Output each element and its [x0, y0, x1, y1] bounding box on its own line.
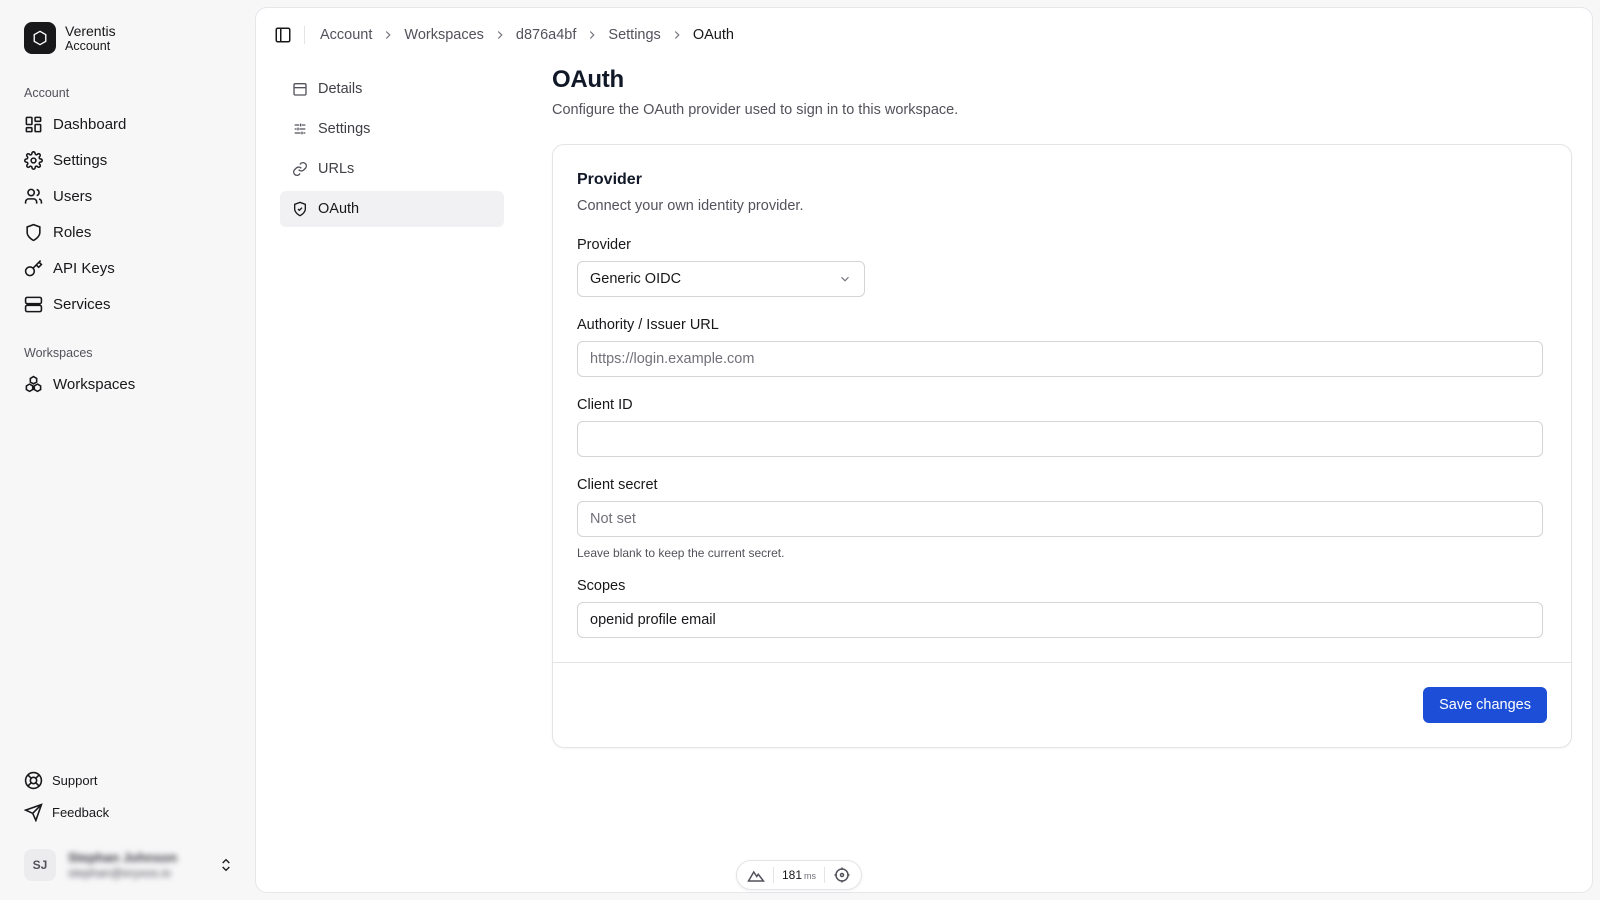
user-menu[interactable]: SJ Stephan Johnson stephan@eryxos.io [24, 836, 234, 894]
sidebar-item-api-keys[interactable]: API Keys [24, 250, 231, 286]
chevron-right-icon [674, 31, 680, 39]
sidebar-item-settings[interactable]: Settings [24, 142, 231, 178]
lifebuoy-icon [24, 771, 43, 789]
dev-toolbar: 181 ms [736, 860, 862, 890]
subnav-item-settings[interactable]: Settings [280, 111, 504, 147]
provider-select[interactable]: Generic OIDC [577, 261, 865, 297]
render-time: 181 ms [782, 868, 816, 882]
card-title: Provider [577, 171, 642, 188]
breadcrumb-workspaces[interactable]: Workspaces [404, 27, 484, 43]
sidebar-item-workspaces[interactable]: Workspaces [24, 366, 231, 402]
breadcrumb-settings[interactable]: Settings [608, 27, 660, 43]
chevrons-up-down-icon [222, 858, 230, 872]
divider [823, 867, 825, 883]
breadcrumb-current: OAuth [692, 27, 734, 43]
user-email: stephan@eryxos.io [68, 866, 171, 880]
sidebar-item-label: Feedback [52, 804, 110, 820]
server-icon [24, 296, 43, 312]
users-icon [24, 188, 43, 204]
subnav-item-label: OAuth [318, 201, 360, 217]
shield-icon [26, 223, 41, 241]
provider-card: Provider Connect your own identity provi… [552, 144, 1572, 748]
chevron-right-icon [590, 31, 595, 39]
divider [772, 867, 774, 883]
crosshair-icon[interactable] [833, 866, 851, 884]
brand[interactable]: Verentis Account [24, 22, 231, 54]
brand-logo-icon [24, 22, 56, 54]
topbar: Account Workspaces d876a4bf Settings OAu… [256, 8, 1592, 62]
sidebar-item-label: Support [52, 772, 98, 788]
breadcrumb: Account Workspaces d876a4bf Settings OAu… [320, 27, 734, 43]
subnav-item-urls[interactable]: URLs [280, 151, 504, 187]
send-icon [24, 802, 43, 822]
user-info: Stephan Johnson stephan@eryxos.io [68, 849, 218, 881]
sidebar-item-label: Users [53, 187, 93, 205]
chevron-right-icon [497, 31, 503, 39]
chevron-down-icon [841, 276, 849, 282]
client-secret-label: Client secret [577, 477, 658, 493]
sidebar: Verentis Account Account Dashboard Setti… [0, 0, 255, 900]
settings-subnav: Details Settings URLs OAuth [280, 71, 504, 231]
sidebar-item-label: Settings [53, 151, 108, 169]
save-changes-button[interactable]: Save changes [1423, 687, 1547, 723]
sliders-icon [294, 123, 306, 135]
sidebar-toggle-icon[interactable] [274, 26, 292, 44]
divider [304, 26, 305, 44]
card-footer: Save changes [553, 662, 1571, 747]
sidebar-footer: Support Feedback SJ Stephan Johnson step… [24, 764, 234, 900]
page-description: Configure the OAuth provider used to sig… [552, 102, 959, 118]
chevron-right-icon [386, 31, 391, 39]
sidebar-item-services[interactable]: Services [24, 286, 231, 322]
breadcrumb-workspace-id[interactable]: d876a4bf [516, 27, 576, 43]
client-id-label: Client ID [577, 397, 633, 413]
render-time-unit: ms [804, 871, 816, 881]
sidebar-item-label: Workspaces [53, 375, 136, 393]
sidebar-item-label: API Keys [53, 259, 115, 277]
provider-select-value: Generic OIDC [590, 271, 682, 287]
authority-url-input[interactable] [577, 341, 1543, 377]
client-id-input[interactable] [577, 421, 1543, 457]
shield-check-icon [294, 201, 306, 217]
sidebar-item-roles[interactable]: Roles [24, 214, 231, 250]
link-icon [293, 162, 307, 176]
calendar-icon [293, 83, 307, 96]
gear-icon [24, 150, 43, 170]
render-time-value: 181 [781, 868, 802, 882]
oauth-content: OAuth Configure the OAuth provider used … [552, 66, 1572, 748]
subnav-item-label: Details [318, 81, 363, 97]
brand-sub: Account [65, 38, 111, 53]
dashboard-icon [25, 116, 42, 132]
sidebar-item-label: Dashboard [53, 115, 127, 133]
breadcrumb-account[interactable]: Account [320, 27, 372, 43]
page-title: OAuth [552, 66, 624, 93]
sidebar-item-dashboard[interactable]: Dashboard [24, 106, 231, 142]
subnav-item-label: URLs [318, 161, 355, 177]
provider-label: Provider [577, 237, 631, 253]
client-secret-help: Leave blank to keep the current secret. [577, 546, 785, 560]
scopes-input[interactable] [577, 602, 1543, 638]
user-name: Stephan Johnson [68, 850, 178, 865]
sidebar-item-users[interactable]: Users [24, 178, 231, 214]
sidebar-item-feedback[interactable]: Feedback [24, 796, 234, 828]
key-icon [24, 259, 43, 276]
mountain-icon[interactable] [747, 866, 765, 884]
subnav-item-oauth[interactable]: OAuth [280, 191, 504, 227]
brand-name: Verentis [65, 22, 116, 39]
nav-section-workspaces: Workspaces [24, 346, 93, 360]
sidebar-item-label: Roles [53, 223, 92, 241]
subnav-item-details[interactable]: Details [280, 71, 504, 107]
authority-label: Authority / Issuer URL [577, 317, 719, 333]
scopes-label: Scopes [577, 578, 626, 594]
nav-section-account: Account [24, 86, 70, 100]
subnav-item-label: Settings [318, 121, 371, 137]
card-description: Connect your own identity provider. [577, 198, 804, 214]
workspaces-icon [25, 375, 42, 392]
client-secret-input[interactable] [577, 501, 1543, 537]
avatar: SJ [24, 849, 56, 881]
main-panel: Account Workspaces d876a4bf Settings OAu… [255, 7, 1593, 893]
sidebar-item-label: Services [53, 295, 111, 313]
sidebar-item-support[interactable]: Support [24, 764, 234, 796]
